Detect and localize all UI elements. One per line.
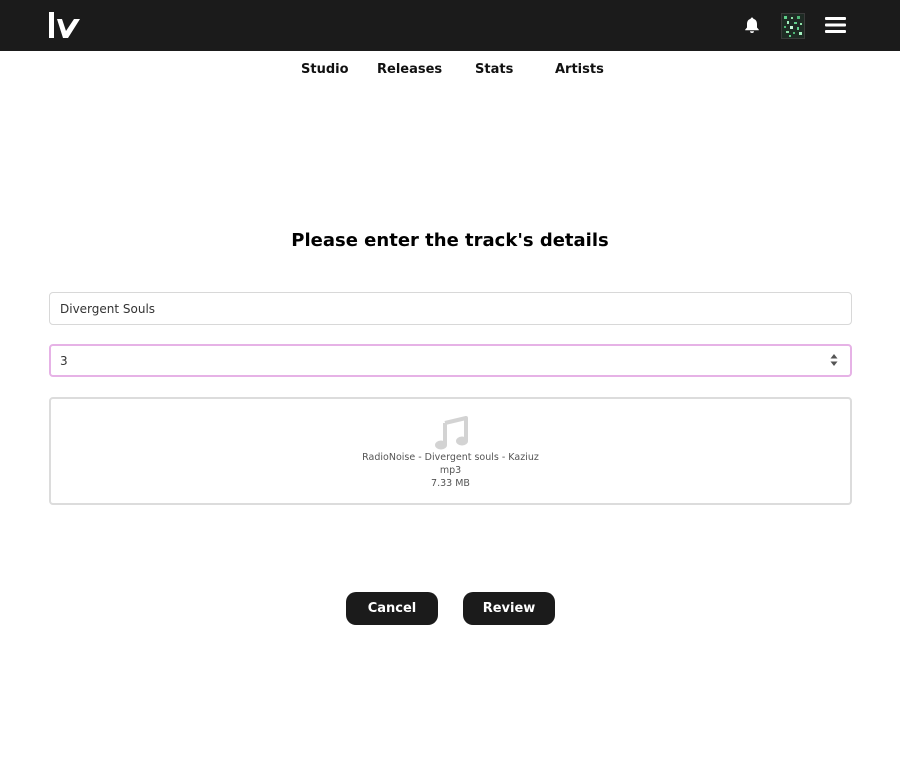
music-note-icon: [435, 416, 468, 450]
nav-item-artists[interactable]: Artists: [555, 62, 604, 77]
cancel-button[interactable]: Cancel: [346, 592, 438, 625]
track-title-input[interactable]: [49, 292, 852, 325]
track-number-input[interactable]: [49, 344, 852, 377]
file-dropzone[interactable]: RadioNoise - Divergent souls - Kaziuz mp…: [49, 397, 852, 505]
review-button[interactable]: Review: [463, 592, 555, 625]
file-name: RadioNoise - Divergent souls - Kaziuz: [362, 452, 539, 463]
file-type: mp3: [439, 465, 462, 476]
hamburger-menu-icon[interactable]: [825, 16, 846, 34]
number-stepper-icon[interactable]: [829, 352, 839, 368]
nav-item-releases[interactable]: Releases: [377, 62, 442, 77]
brand-logo-icon[interactable]: [47, 11, 81, 39]
user-avatar[interactable]: [781, 13, 805, 39]
bell-icon[interactable]: [743, 16, 761, 34]
nav-item-studio[interactable]: Studio: [301, 62, 349, 77]
top-bar: [0, 0, 900, 51]
nav-item-stats[interactable]: Stats: [475, 62, 513, 77]
main-nav: Studio Releases Stats Artists: [0, 51, 900, 91]
avatar-pattern-icon: [784, 16, 802, 37]
page-title: Please enter the track's details: [291, 230, 609, 251]
file-size: 7.33 MB: [431, 478, 470, 489]
